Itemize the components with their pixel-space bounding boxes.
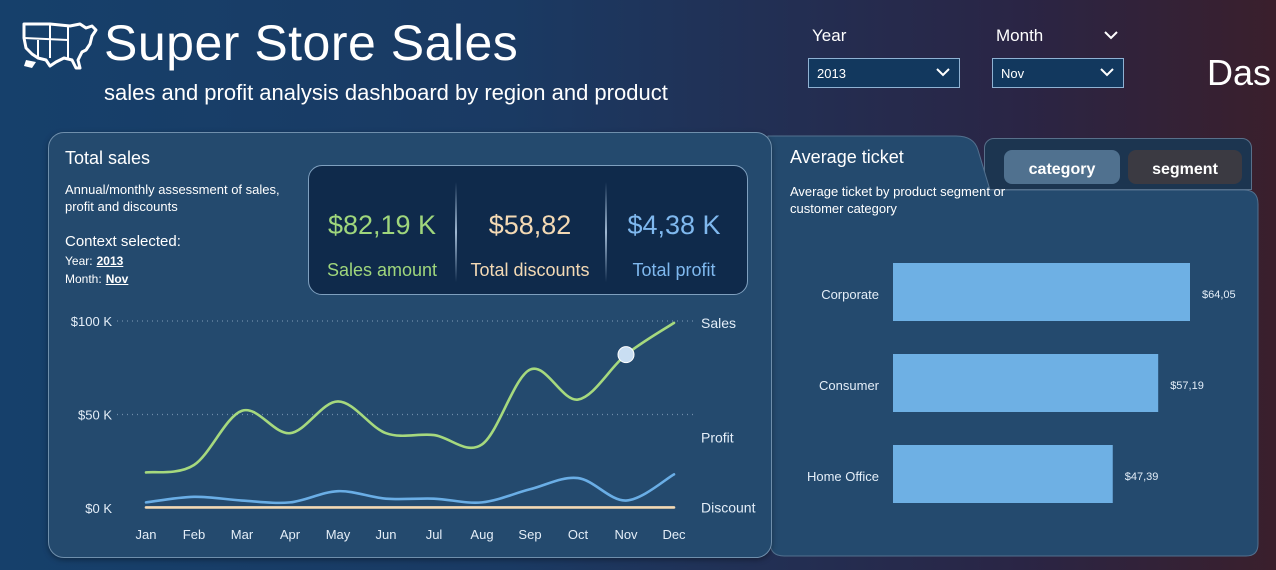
average-ticket-description: Average ticket by product segment or cus… xyxy=(790,184,1006,216)
x-tick-label: Nov xyxy=(614,527,638,542)
kpi-discounts-label: Total discounts xyxy=(470,260,590,280)
year-select[interactable]: 2013 xyxy=(808,58,960,88)
chevron-down-icon xyxy=(1100,68,1114,77)
year-select-value: 2013 xyxy=(817,66,846,81)
month-filter-label: Month xyxy=(996,26,1044,45)
x-tick-label: Feb xyxy=(183,527,205,542)
kpi-sales-value: $82,19 K xyxy=(327,210,437,240)
sales-series-line xyxy=(144,321,676,474)
chevron-down-icon[interactable] xyxy=(1103,28,1119,42)
context-year-value: 2013 xyxy=(96,254,124,268)
x-tick-label: Dec xyxy=(662,527,686,542)
kpi-panel: $82,19 K Sales amount $58,82 Total disco… xyxy=(308,165,748,295)
x-tick-label: Aug xyxy=(470,527,493,542)
year-filter-label: Year xyxy=(812,26,847,45)
average-ticket-bar-chart: Corporate $64,05 Consumer $57,19 Home Office… xyxy=(807,263,1236,503)
kpi-sales: $82,19 K Sales amount xyxy=(309,166,455,294)
kpi-profit-value: $4,38 K xyxy=(627,210,721,240)
context-month: Month: Nov xyxy=(65,272,128,286)
bar-value-label: $47,39 xyxy=(1125,471,1159,483)
total-sales-title: Total sales xyxy=(65,148,151,168)
sales-series-label: Sales xyxy=(701,315,736,331)
context-year-label: Year: xyxy=(65,254,93,268)
tab-segment[interactable]: segment xyxy=(1128,150,1242,184)
bar-category-label: Consumer xyxy=(819,378,880,393)
tab-category[interactable]: category xyxy=(1004,150,1120,184)
month-select-value: Nov xyxy=(1001,66,1025,81)
x-tick-label: Sep xyxy=(518,527,541,542)
x-tick-label: Oct xyxy=(568,527,589,542)
total-sales-card: Total sales Annual/monthly assessment of… xyxy=(48,132,772,558)
profit-series-label: Profit xyxy=(701,429,734,445)
profit-series-line xyxy=(144,473,676,505)
bar-category-label: Corporate xyxy=(821,287,879,302)
usa-map-icon xyxy=(22,22,98,70)
bar xyxy=(893,445,1113,503)
chevron-down-icon xyxy=(936,68,950,77)
context-label: Context selected: xyxy=(65,233,181,250)
bar-value-label: $57,19 xyxy=(1170,380,1204,392)
x-tick-label: Jan xyxy=(136,527,157,542)
total-sales-description: Annual/monthly assessment of sales, prof… xyxy=(65,182,280,214)
context-month-label: Month: xyxy=(65,272,102,286)
kpi-sales-label: Sales amount xyxy=(326,260,438,280)
y-tick-label: $0 K xyxy=(85,501,112,516)
page-title: Super Store Sales xyxy=(104,15,519,71)
bar xyxy=(893,263,1190,321)
cropped-heading: Das xyxy=(1207,52,1272,93)
x-tick-label: Jul xyxy=(426,527,443,542)
kpi-profit: $4,38 K Total profit xyxy=(601,166,747,294)
month-select[interactable]: Nov xyxy=(992,58,1124,88)
kpi-discounts-value: $58,82 xyxy=(488,210,572,240)
average-ticket-title: Average ticket xyxy=(790,147,904,167)
x-tick-label: Jun xyxy=(376,527,397,542)
highlight-point xyxy=(617,346,635,364)
context-month-value: Nov xyxy=(105,272,129,286)
bar-value-label: $64,05 xyxy=(1202,289,1236,301)
page-subtitle: sales and profit analysis dashboard by r… xyxy=(104,80,668,105)
y-tick-label: $100 K xyxy=(71,314,113,329)
kpi-profit-label: Total profit xyxy=(632,260,716,280)
y-tick-label: $50 K xyxy=(78,408,112,423)
discount-series-label: Discount xyxy=(701,499,756,515)
x-tick-label: Mar xyxy=(231,527,254,542)
bar xyxy=(893,354,1159,412)
x-tick-label: Apr xyxy=(280,527,301,542)
kpi-discounts: $58,82 Total discounts xyxy=(457,166,603,294)
context-year: Year: 2013 xyxy=(65,254,123,268)
bar-category-label: Home Office xyxy=(807,469,879,484)
x-tick-label: May xyxy=(326,527,351,542)
sales-profit-line-chart: $0 K $50 K $100 K Jan Feb Mar Apr May Jun Jul Aug S… xyxy=(71,314,756,542)
